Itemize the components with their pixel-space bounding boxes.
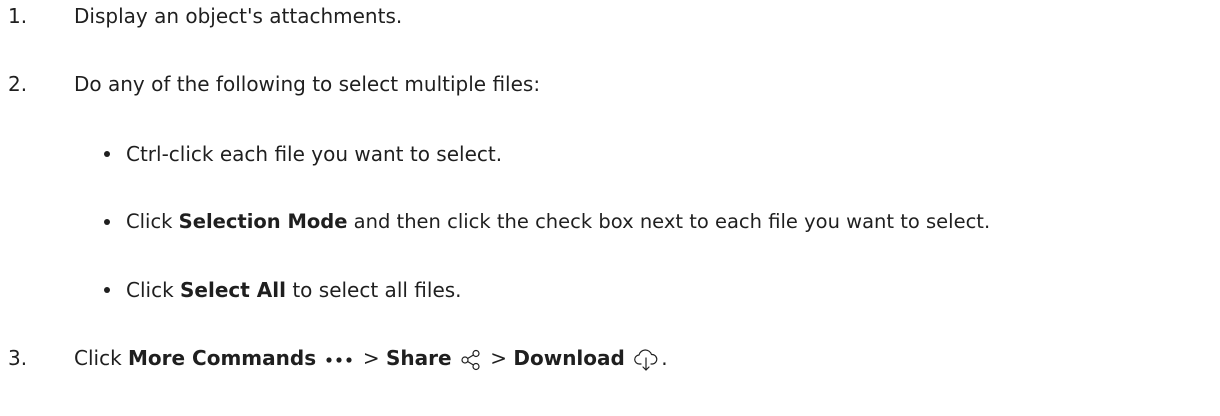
step-text: Do any of the following to select multip… <box>74 72 541 96</box>
text-fragment: Click <box>74 346 129 370</box>
ui-term-share: Share <box>385 346 452 370</box>
bullet-icon <box>104 287 110 293</box>
step-number: 1. <box>8 4 28 28</box>
bullet-text: Click Selection Mode and then click the … <box>126 208 990 236</box>
ui-term-select-all: Select All <box>180 278 286 302</box>
text-fragment: Click <box>126 210 179 233</box>
more-commands-icon <box>324 355 354 365</box>
ui-term-download: Download <box>513 346 625 370</box>
cloud-download-icon <box>633 348 659 372</box>
step-number: 2. <box>8 72 28 96</box>
bullet-icon <box>104 219 110 225</box>
bullet-text: Click Select All to select all files. <box>126 276 462 304</box>
text-fragment: Click <box>126 278 181 302</box>
text-fragment: . <box>661 346 668 370</box>
text-fragment: > <box>356 346 386 370</box>
text-fragment: and then click the check box next to eac… <box>347 210 991 233</box>
step-number: 3. <box>8 346 28 370</box>
text-fragment: to select all files. <box>285 278 462 302</box>
step-text: Display an object's attachments. <box>74 4 403 28</box>
bullet-icon <box>104 151 110 157</box>
step-text: Click More Commands > Share > Download . <box>74 344 668 372</box>
text-fragment: > <box>483 346 514 370</box>
ui-term-more-commands: More Commands <box>128 346 317 370</box>
ui-term-selection-mode: Selection Mode <box>178 210 348 233</box>
share-icon <box>460 349 482 371</box>
bullet-text: Ctrl-click each file you want to select. <box>126 142 503 166</box>
